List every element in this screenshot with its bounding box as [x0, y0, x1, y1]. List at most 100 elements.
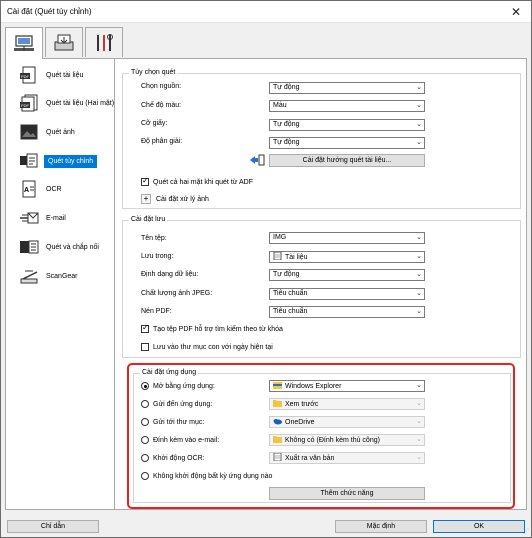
checkbox-box[interactable] — [141, 323, 149, 333]
resolution-dropdown[interactable]: Tự động ⌄ — [269, 137, 425, 149]
resolution-label: Độ phân giải: — [141, 138, 183, 145]
send-to-app-dropdown[interactable]: Xem trước ⌄ — [269, 398, 425, 410]
chevron-down-icon: ⌄ — [416, 84, 422, 91]
documents-icon — [273, 251, 282, 261]
jpeg-quality-dropdown[interactable]: Tiêu chuẩn ⌄ — [269, 288, 425, 300]
attach-email-radio[interactable]: Đính kèm vào e-mail: — [141, 436, 219, 444]
sidebar-item-scangear[interactable]: ScanGear — [6, 263, 114, 289]
defaults-button[interactable]: Mặc định — [335, 520, 427, 533]
color-mode-dropdown[interactable]: Màu ⌄ — [269, 100, 425, 112]
duplex-adf-checkbox[interactable]: Quét cả hai mặt khi quét từ ADF — [141, 176, 254, 186]
attach-email-label: Đính kèm vào e-mail: — [153, 436, 220, 444]
pdf-duplex-document-icon: PDF — [18, 93, 40, 113]
chevron-down-icon: ⌄ — [416, 253, 422, 260]
chevron-down-icon: ⌄ — [416, 271, 422, 278]
filename-combobox[interactable]: IMG ⌄ — [269, 232, 425, 244]
attach-email-dropdown[interactable]: Không có (Đính kèm thủ công) ⌄ — [269, 434, 425, 446]
chevron-down-icon: ⌄ — [416, 234, 422, 241]
sidebar-item-email[interactable]: E-mail — [6, 205, 114, 231]
open-with-app-radio[interactable]: Mở bằng ứng dụng: — [141, 382, 215, 390]
sidebar-item-document-duplex[interactable]: PDF Quét tài liệu (Hai mặt) — [6, 90, 114, 116]
source-label: Chọn nguồn: — [141, 83, 182, 90]
scangear-icon — [18, 266, 40, 286]
ocr-icon: A — [18, 179, 40, 199]
pdf-document-icon: PDF — [18, 65, 40, 85]
no-app-radio[interactable]: Không khởi động bất kỳ ứng dụng nào — [141, 472, 272, 480]
sidebar-item-label: Quét tài liệu — [46, 71, 84, 79]
chevron-down-icon: ⌄ — [416, 454, 422, 461]
send-to-folder-dropdown[interactable]: OneDrive ⌄ — [269, 416, 425, 428]
paper-size-dropdown[interactable]: Tự động ⌄ — [269, 119, 425, 131]
sidebar-item-label: Quét và chắp nối — [46, 243, 99, 251]
format-value: Tự động — [273, 271, 300, 278]
checkbox-box[interactable] — [141, 176, 149, 186]
tab-scan-from-computer[interactable] — [5, 27, 43, 59]
source-value: Tự động — [273, 84, 300, 91]
orientation-settings-button[interactable]: Cài đặt hướng quét tài liệu... — [269, 154, 425, 167]
pdf-compression-value: Tiêu chuẩn — [273, 308, 308, 315]
pdf-compression-label: Nén PDF: — [141, 308, 172, 315]
checkbox-box[interactable] — [141, 343, 149, 351]
chevron-down-icon: ⌄ — [416, 290, 422, 297]
save-in-value: Tài liệu — [285, 254, 308, 261]
start-ocr-dropdown[interactable]: Xuất ra văn bản ⌄ — [269, 452, 425, 464]
start-ocr-radio[interactable]: Khởi động OCR: — [141, 454, 205, 462]
sidebar-item-label: OCR — [46, 185, 62, 193]
send-to-folder-radio[interactable]: Gửi tới thư mục: — [141, 418, 204, 426]
ok-button[interactable]: OK — [433, 520, 525, 533]
save-in-dropdown[interactable]: Tài liệu ⌄ — [269, 251, 425, 263]
format-label: Định dạng dữ liệu: — [141, 271, 199, 278]
color-mode-label: Chế độ màu: — [141, 102, 182, 109]
sidebar-item-label: ScanGear — [46, 272, 78, 280]
send-to-app-radio[interactable]: Gửi đến ứng dụng: — [141, 400, 212, 408]
folder-icon — [273, 435, 282, 443]
sidebar-item-custom[interactable]: Quét tùy chỉnh — [6, 148, 114, 174]
scan-from-computer-icon — [14, 34, 34, 51]
title-bar: Cài đặt (Quét tùy chỉnh) ✕ — [1, 1, 531, 23]
email-icon — [18, 208, 40, 228]
sidebar-item-photo[interactable]: Quét ảnh — [6, 119, 114, 145]
open-with-app-dropdown[interactable]: Windows Explorer ⌄ — [269, 380, 425, 392]
tab-tools[interactable] — [85, 27, 123, 57]
add-function-button[interactable]: Thêm chức năng — [269, 487, 425, 500]
tab-scan-from-panel[interactable] — [45, 27, 83, 57]
orientation-icon — [249, 154, 265, 168]
open-with-app-value: Windows Explorer — [285, 383, 342, 390]
expand-plus-icon[interactable]: + — [141, 194, 151, 204]
radio-circle[interactable] — [141, 382, 149, 390]
window-title: Cài đặt (Quét tùy chỉnh) — [7, 7, 92, 16]
chevron-down-icon: ⌄ — [416, 418, 422, 425]
duplex-adf-label: Quét cả hai mặt khi quét từ ADF — [153, 178, 254, 186]
chevron-down-icon: ⌄ — [416, 382, 422, 389]
close-icon[interactable]: ✕ — [503, 2, 529, 21]
onedrive-icon — [273, 417, 282, 425]
sidebar-item-stitch[interactable]: Quét và chắp nối — [6, 234, 114, 260]
radio-circle[interactable] — [141, 418, 149, 426]
text-file-icon — [273, 452, 282, 462]
scan-type-sidebar: PDF Quét tài liệu PDF Quét tài liệu (Hai… — [5, 58, 115, 510]
resize-grip-icon[interactable]: ⋰ — [523, 528, 529, 535]
radio-circle[interactable] — [141, 400, 149, 408]
chevron-down-icon: ⌄ — [416, 400, 422, 407]
source-dropdown[interactable]: Tự động ⌄ — [269, 82, 425, 94]
sidebar-item-label: Quét ảnh — [46, 128, 75, 136]
tools-icon — [97, 33, 113, 51]
explorer-icon — [273, 381, 282, 389]
help-button[interactable]: Chỉ dẫn — [7, 520, 99, 533]
svg-text:PDF: PDF — [21, 74, 30, 79]
sidebar-item-label: Quét tài liệu (Hai mặt) — [46, 99, 115, 107]
subfolder-checkbox[interactable]: Lưu vào thư mục con với ngày hiện tại — [141, 343, 273, 351]
radio-circle[interactable] — [141, 436, 149, 444]
svg-text:A: A — [24, 187, 29, 194]
format-dropdown[interactable]: Tự động ⌄ — [269, 269, 425, 281]
radio-circle[interactable] — [141, 472, 149, 480]
searchable-pdf-checkbox[interactable]: Tạo tệp PDF hỗ trợ tìm kiếm theo từ khóa — [141, 323, 283, 333]
custom-scan-icon — [18, 151, 40, 171]
image-processing-label[interactable]: Cài đặt xử lý ảnh — [156, 196, 209, 203]
sidebar-item-document[interactable]: PDF Quét tài liệu — [6, 62, 114, 88]
subfolder-label: Lưu vào thư mục con với ngày hiện tại — [153, 343, 273, 351]
sidebar-item-ocr[interactable]: A OCR — [6, 176, 114, 202]
pdf-compression-dropdown[interactable]: Tiêu chuẩn ⌄ — [269, 306, 425, 318]
color-mode-value: Màu — [273, 102, 287, 109]
radio-circle[interactable] — [141, 454, 149, 462]
